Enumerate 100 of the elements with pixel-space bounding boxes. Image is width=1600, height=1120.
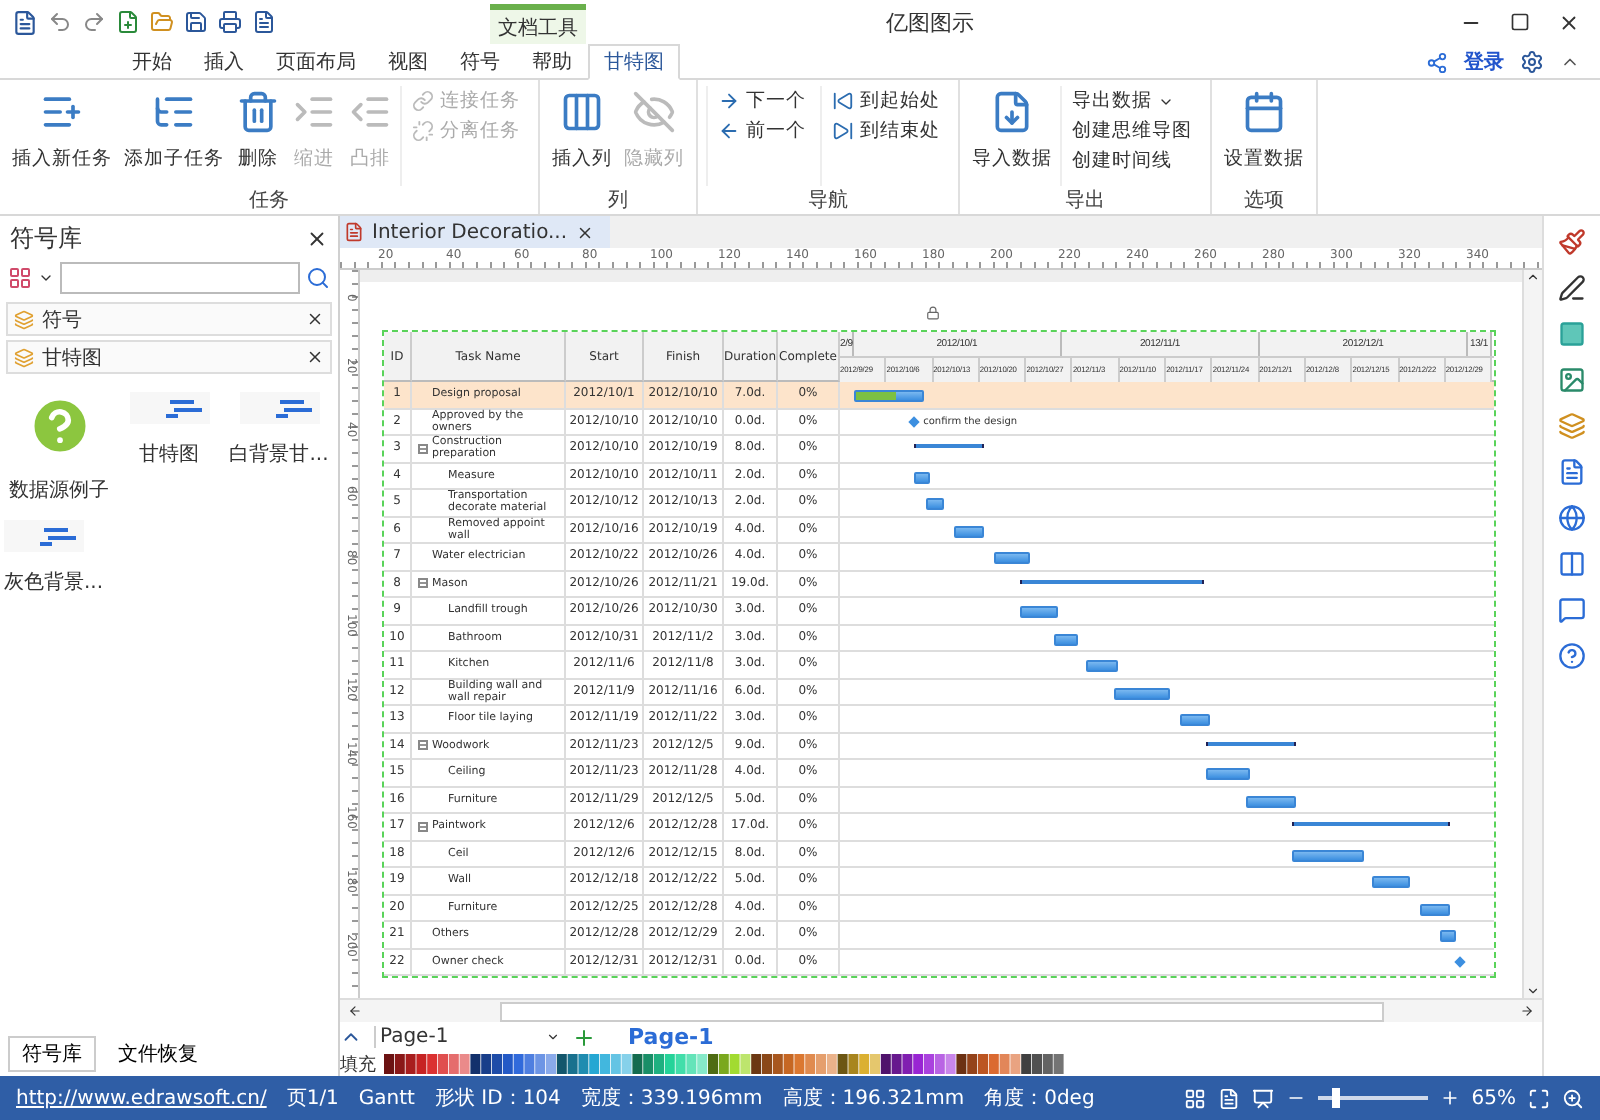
menu-tab[interactable]: 开始 bbox=[116, 46, 188, 78]
window-title: 亿图图示 bbox=[886, 7, 974, 37]
status-text: 高度：196.321mm bbox=[782, 1085, 965, 1112]
close-icon[interactable] bbox=[306, 348, 324, 366]
page-dropdown[interactable]: Page-1 bbox=[374, 1026, 560, 1048]
folder-icon[interactable] bbox=[150, 10, 174, 34]
task-bar bbox=[1439, 930, 1457, 942]
collapse-icon[interactable] bbox=[418, 740, 428, 751]
ribbon-button[interactable]: 设置数据 bbox=[1220, 86, 1308, 186]
task-bar bbox=[1419, 903, 1451, 915]
menu-tab[interactable]: 符号 bbox=[444, 46, 516, 78]
fit-icon[interactable] bbox=[1528, 1087, 1550, 1109]
ribbon-button[interactable]: 到起始处 bbox=[828, 86, 944, 116]
close-icon[interactable] bbox=[575, 223, 594, 241]
image-icon[interactable] bbox=[1558, 366, 1586, 394]
task-bar bbox=[913, 471, 931, 483]
menu-tab[interactable]: 甘特图 bbox=[588, 44, 680, 80]
menu-tab[interactable]: 帮助 bbox=[516, 46, 588, 78]
columns-icon[interactable] bbox=[1558, 550, 1586, 578]
slider-thumb[interactable] bbox=[1331, 1088, 1340, 1108]
help-icon[interactable] bbox=[1558, 642, 1586, 670]
ribbon-button[interactable]: 插入新任务 bbox=[8, 86, 116, 186]
ribbon-button[interactable]: 导出数据 bbox=[1068, 86, 1196, 116]
dropdown-icon bbox=[546, 1030, 560, 1044]
scroll-down-icon[interactable] bbox=[1526, 984, 1540, 998]
ribbon-icon bbox=[560, 90, 604, 134]
ribbon-icon bbox=[832, 120, 854, 142]
ribbon-button[interactable]: 到结束处 bbox=[828, 116, 944, 146]
search-icon[interactable] bbox=[306, 266, 330, 290]
fill-icon[interactable] bbox=[1558, 320, 1586, 348]
ribbon-icon bbox=[236, 90, 280, 134]
zoom-icon[interactable] bbox=[1562, 1087, 1584, 1109]
ribbon-button[interactable]: 创建时间线 bbox=[1068, 146, 1196, 176]
maximize-icon[interactable] bbox=[1510, 11, 1530, 31]
color-palette-drawing[interactable] bbox=[384, 1054, 1064, 1074]
new-file-icon[interactable] bbox=[116, 10, 140, 34]
ribbon-button[interactable]: 添加子任务 bbox=[120, 86, 228, 186]
ribbon-button[interactable]: 删除 bbox=[232, 86, 284, 186]
panel-title: 符号库 bbox=[10, 222, 82, 256]
layers-icon[interactable] bbox=[1558, 412, 1586, 440]
library-section[interactable]: 符号 bbox=[6, 302, 332, 336]
ribbon-button[interactable]: 下一个 bbox=[714, 86, 810, 116]
pen-icon[interactable] bbox=[1558, 274, 1586, 302]
collapse-icon[interactable] bbox=[418, 443, 428, 454]
globe-icon[interactable] bbox=[1558, 504, 1586, 532]
redo-icon[interactable] bbox=[82, 10, 106, 34]
zoom-in-icon[interactable] bbox=[1439, 1088, 1460, 1108]
page-name: Page-1 bbox=[380, 1026, 449, 1048]
settings-icon[interactable] bbox=[1520, 50, 1544, 74]
print-icon[interactable] bbox=[218, 10, 242, 34]
horizontal-scrollbar[interactable] bbox=[340, 998, 1542, 1022]
section-label: 甘特图 bbox=[42, 345, 104, 371]
library-icon[interactable] bbox=[8, 266, 32, 290]
vertical-scrollbar[interactable] bbox=[1522, 270, 1542, 998]
close-icon[interactable] bbox=[306, 228, 328, 250]
login-link[interactable]: 登录 bbox=[1464, 48, 1504, 76]
group-title: 选项 bbox=[1242, 187, 1286, 214]
presentation-icon[interactable] bbox=[1251, 1087, 1274, 1109]
dropdown-icon[interactable] bbox=[38, 270, 54, 286]
section-icon bbox=[14, 347, 34, 367]
page-icon[interactable] bbox=[1558, 458, 1586, 486]
group-title: 任务 bbox=[247, 188, 291, 214]
close-icon[interactable] bbox=[306, 310, 324, 328]
task-bar bbox=[1086, 660, 1118, 672]
save-icon[interactable] bbox=[184, 10, 208, 34]
menu-tab[interactable]: 视图 bbox=[372, 46, 444, 78]
website-link[interactable]: http://www.edrawsoft.cn/ bbox=[16, 1087, 267, 1109]
scroll-right-icon[interactable] bbox=[1520, 1004, 1534, 1018]
add-page-icon[interactable] bbox=[572, 1025, 596, 1049]
share-icon[interactable] bbox=[1426, 51, 1448, 73]
ribbon-button[interactable]: 插入列 bbox=[548, 86, 616, 186]
task-bar bbox=[1246, 795, 1297, 807]
ribbon-icon bbox=[718, 120, 740, 142]
menu-tab[interactable]: 页面布局 bbox=[260, 46, 372, 78]
ribbon-button[interactable]: 创建思维导图 bbox=[1068, 116, 1196, 146]
ribbon-button[interactable]: 导入数据 bbox=[968, 86, 1056, 186]
ribbon-icon bbox=[718, 90, 740, 112]
page-view-icon[interactable] bbox=[1217, 1087, 1240, 1109]
undo-icon[interactable] bbox=[48, 10, 72, 34]
menu-tab[interactable]: 插入 bbox=[188, 46, 260, 78]
task-bar bbox=[1292, 849, 1364, 861]
brush-icon[interactable] bbox=[1558, 228, 1586, 256]
status-text: Gantt bbox=[358, 1087, 415, 1109]
view-icon[interactable] bbox=[1183, 1087, 1206, 1109]
document-tab[interactable]: Interior Decoratio... bbox=[340, 216, 610, 248]
close-icon[interactable] bbox=[1558, 11, 1580, 33]
task-bar bbox=[1113, 687, 1171, 699]
comment-icon[interactable] bbox=[1558, 596, 1586, 624]
collapse-icon[interactable] bbox=[418, 821, 428, 832]
panel-tab[interactable]: 符号库 bbox=[8, 1036, 96, 1072]
ribbon-button[interactable]: 前一个 bbox=[714, 116, 810, 146]
panel-tab[interactable]: 文件恢复 bbox=[104, 1036, 212, 1072]
context-tab-label: 文档工具 bbox=[490, 4, 586, 44]
ribbon-icon bbox=[632, 90, 676, 134]
scroll-left-icon[interactable] bbox=[348, 1004, 362, 1018]
scroll-up-icon[interactable] bbox=[1526, 270, 1540, 284]
task-bar bbox=[993, 552, 1031, 564]
collapse-icon[interactable] bbox=[418, 578, 428, 589]
library-section[interactable]: 甘特图 bbox=[6, 340, 332, 374]
search-field[interactable] bbox=[60, 262, 300, 294]
